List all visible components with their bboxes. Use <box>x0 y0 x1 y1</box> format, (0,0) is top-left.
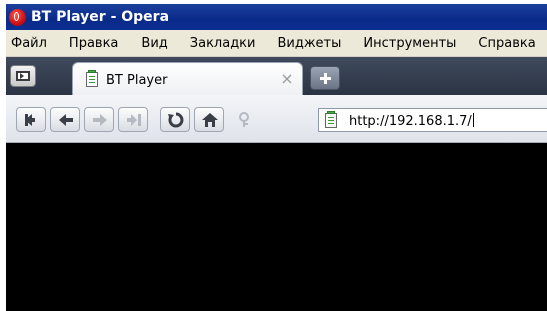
menu-view[interactable]: Вид <box>141 36 167 51</box>
page-icon <box>86 70 98 87</box>
menu-help[interactable]: Справка <box>478 36 535 51</box>
address-url: http://192.168.1.7/ <box>349 113 474 129</box>
panel-icon <box>16 71 30 81</box>
fast-forward-button[interactable] <box>118 107 148 132</box>
reload-icon <box>168 112 184 128</box>
plus-icon <box>320 73 331 84</box>
tab-close-icon[interactable]: × <box>279 71 295 87</box>
menu-bar: Файл Правка Вид Закладки Виджеты Инструм… <box>6 30 547 57</box>
text-caret <box>472 113 474 127</box>
home-button[interactable] <box>194 107 224 132</box>
menu-tools[interactable]: Инструменты <box>363 36 456 51</box>
back-arrow-icon <box>59 114 73 126</box>
title-bar: BT Player - Opera <box>6 4 547 30</box>
menu-file[interactable]: Файл <box>11 36 47 51</box>
navigation-toolbar: http://192.168.1.7/ <box>6 95 547 143</box>
home-icon <box>202 113 218 127</box>
tab-bar: BT Player × <box>6 57 547 95</box>
wand-button[interactable] <box>228 107 258 132</box>
panel-toggle-button[interactable] <box>10 65 36 87</box>
rewind-button[interactable] <box>16 107 46 132</box>
back-button[interactable] <box>50 107 80 132</box>
tab-title: BT Player <box>106 73 168 88</box>
rewind-icon <box>25 114 35 126</box>
menu-edit[interactable]: Правка <box>69 36 118 51</box>
reload-button[interactable] <box>160 107 190 132</box>
page-icon <box>325 111 337 128</box>
menu-bookmarks[interactable]: Закладки <box>190 36 256 51</box>
wand-icon <box>239 112 249 127</box>
menu-widgets[interactable]: Виджеты <box>277 36 341 51</box>
fast-forward-icon <box>127 114 141 126</box>
tab-bt-player[interactable]: BT Player × <box>72 62 303 95</box>
new-tab-button[interactable] <box>310 66 340 90</box>
page-content[interactable] <box>6 143 547 311</box>
address-field[interactable]: http://192.168.1.7/ <box>318 108 547 132</box>
window-title: BT Player - Opera <box>31 9 170 25</box>
forward-button[interactable] <box>84 107 114 132</box>
forward-arrow-icon <box>93 114 107 126</box>
opera-logo-icon[interactable] <box>9 8 26 26</box>
browser-window: BT Player - Opera Файл Правка Вид Заклад… <box>6 4 547 311</box>
